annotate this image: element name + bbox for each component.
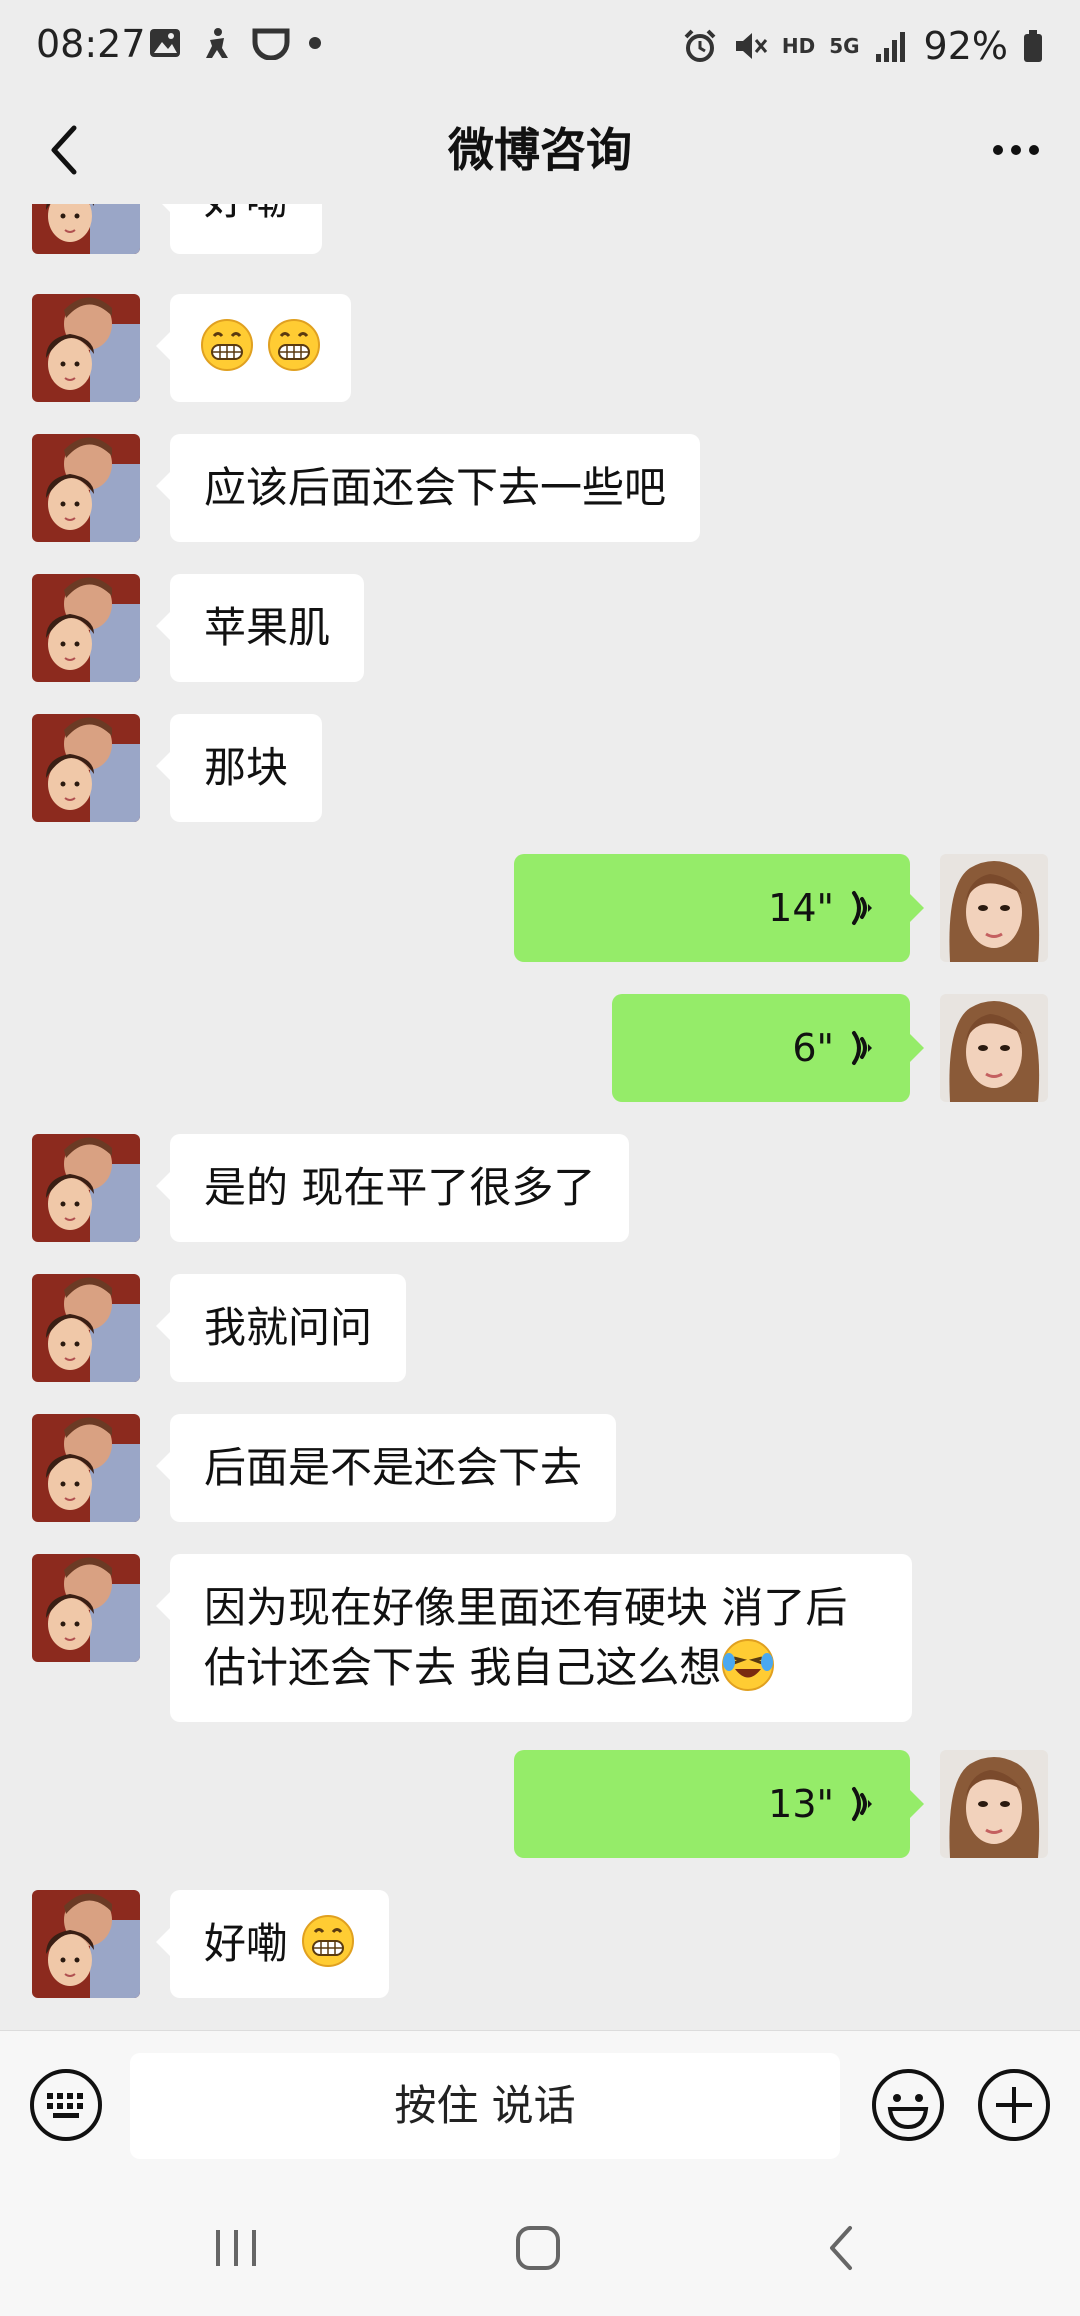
contact-avatar[interactable] bbox=[32, 1554, 140, 1662]
system-navigation-bar bbox=[0, 2180, 1080, 2316]
emoji-picker-icon[interactable] bbox=[868, 2065, 948, 2145]
message-bubble[interactable]: 后面是不是还会下去 bbox=[155, 1414, 617, 1522]
contact-avatar[interactable] bbox=[32, 1890, 140, 1998]
message-bubble[interactable]: 我就问问 bbox=[155, 1274, 407, 1382]
voice-wave-icon bbox=[852, 1031, 874, 1065]
grin-emoji-icon bbox=[200, 318, 254, 372]
voice-message-bubble[interactable]: 14" bbox=[514, 854, 924, 962]
contact-avatar[interactable] bbox=[32, 574, 140, 682]
message-bubble[interactable]: 那块 bbox=[155, 714, 323, 822]
alarm-icon bbox=[684, 29, 716, 62]
contact-avatar[interactable] bbox=[32, 294, 140, 402]
status-time: 08:27 bbox=[36, 22, 146, 66]
message-text: 是的 现在平了很多了 bbox=[204, 1163, 596, 1212]
contact-avatar[interactable] bbox=[32, 1274, 140, 1382]
chat-header: 微博咨询 bbox=[0, 96, 1080, 204]
message-bubble[interactable]: 好嘞 bbox=[155, 204, 323, 254]
voice-message-bubble[interactable]: 6" bbox=[612, 994, 924, 1102]
notification-icons bbox=[148, 26, 322, 60]
message-text: 好嘞 bbox=[204, 204, 288, 224]
message-bubble[interactable]: 因为现在好像里面还有硬块 消了后 估计还会下去 我自己这么想 bbox=[156, 1554, 912, 1722]
message-text: 后面是不是还会下去 bbox=[204, 1443, 583, 1492]
voice-duration: 14" bbox=[768, 886, 834, 930]
hold-to-talk-button[interactable]: 按住 说话 bbox=[130, 2053, 840, 2159]
voice-message-bubble[interactable]: 13" bbox=[514, 1750, 924, 1858]
message-bubble[interactable]: 应该后面还会下去一些吧 bbox=[155, 434, 701, 542]
system-icons: HD 5G 92% bbox=[682, 24, 1044, 68]
battery-icon bbox=[1024, 30, 1042, 62]
network-type: 5G bbox=[829, 34, 860, 58]
status-bar: 08:27 HD 5G 92% bbox=[0, 0, 1080, 96]
self-avatar[interactable] bbox=[940, 994, 1048, 1102]
contact-avatar[interactable] bbox=[32, 1414, 140, 1522]
message-text: 我就问问 bbox=[204, 1303, 373, 1352]
message-bubble[interactable]: 是的 现在平了很多了 bbox=[155, 1134, 630, 1242]
message-text: 好嘞 bbox=[204, 1919, 289, 1968]
voice-duration: 13" bbox=[768, 1782, 834, 1826]
hd-indicator: HD bbox=[781, 34, 816, 58]
contact-avatar[interactable] bbox=[32, 714, 140, 822]
more-notifications-dot-icon bbox=[309, 37, 321, 49]
back-nav-icon[interactable] bbox=[812, 2218, 872, 2278]
message-bubble[interactable]: 苹果肌 bbox=[155, 574, 365, 682]
voice-wave-icon bbox=[852, 1787, 874, 1821]
message-text-line: 估计还会下去 我自己这么想 bbox=[204, 1643, 722, 1692]
mute-icon bbox=[735, 33, 767, 59]
input-bar: 按住 说话 bbox=[0, 2030, 1080, 2180]
self-avatar[interactable] bbox=[940, 854, 1048, 962]
message-text-line: 因为现在好像里面还有硬块 消了后 bbox=[204, 1583, 848, 1632]
message-bubble[interactable] bbox=[155, 294, 352, 402]
chat-title: 微博咨询 bbox=[448, 123, 632, 177]
contact-avatar[interactable] bbox=[32, 1134, 140, 1242]
gallery-icon bbox=[150, 29, 180, 57]
message-text: 那块 bbox=[204, 743, 289, 792]
message-bubble[interactable]: 好嘞 bbox=[155, 1890, 390, 1998]
message-text: 苹果肌 bbox=[204, 603, 331, 652]
app-notification-icon bbox=[252, 28, 290, 60]
message-text: 应该后面还会下去一些吧 bbox=[204, 463, 667, 512]
keyboard-toggle-icon[interactable] bbox=[26, 2065, 106, 2145]
grin-emoji-icon bbox=[267, 318, 321, 372]
voice-wave-icon bbox=[852, 891, 874, 925]
contact-avatar[interactable] bbox=[32, 204, 140, 254]
signal-icon bbox=[875, 32, 905, 62]
voice-duration: 6" bbox=[792, 1026, 834, 1070]
battery-percent: 92% bbox=[923, 24, 1008, 68]
laugh-cry-emoji-icon bbox=[721, 1638, 775, 1692]
grin-emoji-icon bbox=[301, 1914, 355, 1968]
contact-avatar[interactable] bbox=[32, 434, 140, 542]
more-options-icon[interactable] bbox=[980, 114, 1052, 186]
accessibility-icon bbox=[206, 28, 228, 58]
message-list[interactable]: 好嘞 应该后面还会下去一些吧 苹果肌 那块 14" bbox=[0, 204, 1080, 2030]
recent-apps-icon[interactable] bbox=[206, 2218, 266, 2278]
more-functions-plus-icon[interactable] bbox=[974, 2065, 1054, 2145]
home-icon[interactable] bbox=[508, 2218, 568, 2278]
self-avatar[interactable] bbox=[940, 1750, 1048, 1858]
